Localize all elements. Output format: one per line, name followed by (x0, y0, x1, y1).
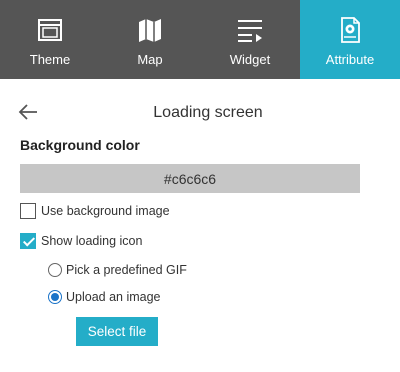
show-loading-icon-label: Show loading icon (41, 234, 143, 248)
background-color-field[interactable] (20, 164, 360, 193)
theme-icon (38, 19, 62, 41)
upload-image-option[interactable]: Upload an image (48, 290, 161, 304)
upload-image-radio[interactable] (48, 290, 62, 304)
tab-attribute-label: Attribute (325, 52, 375, 67)
predefined-gif-radio[interactable] (48, 263, 62, 277)
predefined-gif-label: Pick a predefined GIF (66, 263, 187, 277)
select-file-button[interactable]: Select file (76, 317, 158, 346)
show-loading-icon-option[interactable]: Show loading icon (20, 233, 142, 249)
tab-theme-label: Theme (29, 52, 71, 67)
attribute-icon (341, 17, 360, 43)
tab-widget[interactable]: Widget (200, 0, 300, 79)
top-tab-bar: Theme Map Widget Attribute (0, 0, 400, 79)
tab-widget-label: Widget (229, 52, 271, 67)
upload-image-label: Upload an image (66, 290, 161, 304)
use-background-image-label: Use background image (41, 204, 170, 218)
page-title: Loading screen (153, 104, 263, 121)
tab-map-label: Map (137, 52, 163, 67)
predefined-gif-option[interactable]: Pick a predefined GIF (48, 263, 187, 277)
tab-theme[interactable]: Theme (0, 0, 100, 79)
use-background-image-checkbox[interactable] (20, 203, 36, 219)
background-color-label: Background color (20, 137, 140, 153)
tab-attribute[interactable]: Attribute (300, 0, 400, 79)
tab-map[interactable]: Map (100, 0, 200, 79)
map-icon (139, 19, 161, 42)
use-background-image-option[interactable]: Use background image (20, 203, 170, 219)
widget-icon (238, 20, 262, 42)
show-loading-icon-checkbox[interactable] (20, 233, 36, 249)
